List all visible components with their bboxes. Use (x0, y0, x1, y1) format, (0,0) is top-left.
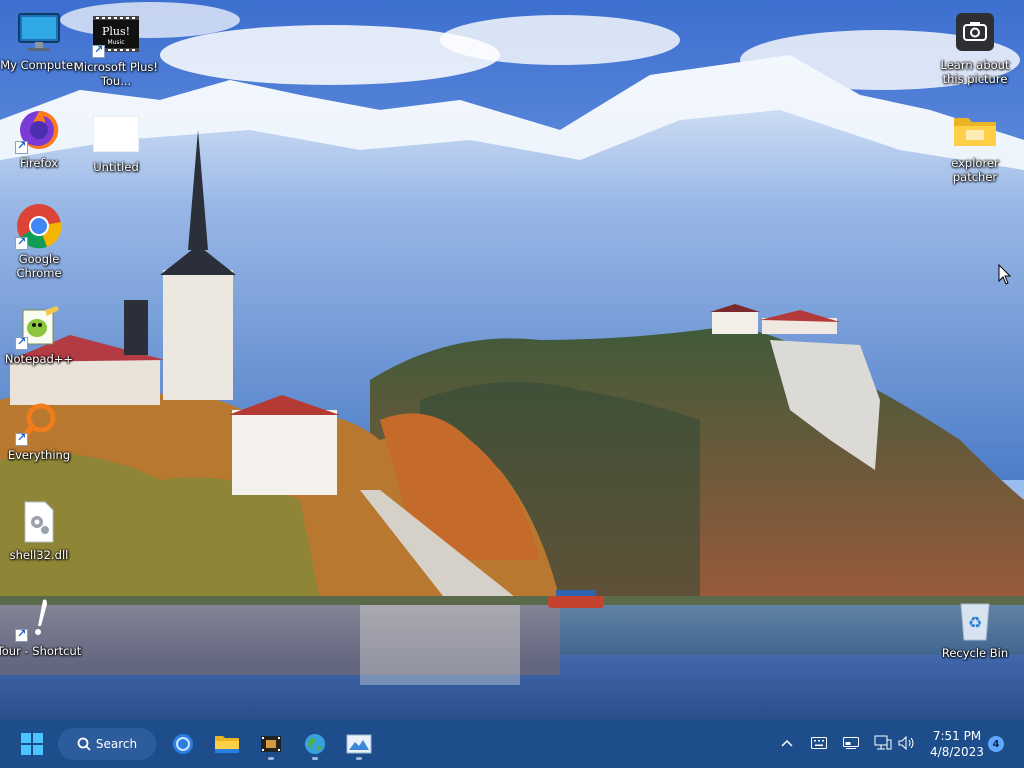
desktop-icon-label: Notepad++ (4, 352, 74, 366)
keyboard-icon (811, 737, 827, 749)
clock-date: 4/8/2023 (930, 745, 984, 759)
movie-maker-icon (261, 736, 281, 752)
chrome-icon (15, 202, 63, 250)
desktop-icon-google-chrome[interactable]: Google Chrome (0, 202, 79, 280)
running-indicator (356, 757, 362, 760)
desktop-wallpaper (0, 0, 1024, 720)
desktop-icon-learn-about-picture[interactable]: Learn about this picture (935, 8, 1015, 86)
monitor-icon (15, 8, 63, 56)
shortcut-arrow-icon (15, 335, 28, 350)
tray-display-button[interactable] (840, 732, 862, 754)
desktop-icon-tour-shortcut[interactable]: Tour - Shortcut (0, 594, 82, 658)
running-indicator (268, 757, 274, 760)
svg-text:♻: ♻ (968, 613, 982, 632)
recycle-bin-icon: ♻ (951, 596, 999, 644)
camera-icon (951, 8, 999, 56)
shortcut-arrow-icon (92, 43, 105, 58)
desktop-icon-label: My Computer (0, 58, 78, 72)
desktop-icon-firefox[interactable]: Firefox (0, 106, 79, 170)
desktop-icon-label: Everything (7, 448, 71, 462)
desktop-icon-label: Firefox (19, 156, 59, 170)
network-icon (874, 735, 892, 750)
desktop-icon-untitled[interactable]: Untitled (76, 110, 156, 174)
desktop-icon-my-computer[interactable]: My Computer (0, 8, 79, 72)
taskbar-file-explorer-button[interactable] (209, 726, 245, 762)
desktop-icon-microsoft-plus[interactable]: Plus! Music Microsoft Plus! Tou... (73, 10, 158, 88)
photos-icon (346, 734, 372, 754)
plus-music-icon: Plus! Music (92, 10, 140, 58)
clock-time: 7:51 PM (932, 729, 982, 743)
desktop-icon-label: Learn about this picture (940, 58, 1010, 86)
shortcut-arrow-icon (15, 431, 28, 446)
tray-volume-button[interactable] (896, 732, 918, 754)
cortana-icon (173, 734, 193, 754)
desktop-icon-label: Tour - Shortcut (0, 644, 82, 658)
shortcut-arrow-icon (15, 235, 28, 250)
taskbar-globe-app-button[interactable] (297, 726, 333, 762)
taskbar-photos-button[interactable] (341, 726, 377, 762)
mouse-pointer-icon (998, 264, 1012, 285)
search-icon (77, 737, 91, 751)
start-button[interactable] (14, 726, 50, 762)
taskbar-movie-maker-button[interactable] (253, 726, 289, 762)
desktop-icon-everything[interactable]: Everything (0, 398, 79, 462)
notepad-plus-plus-icon (15, 302, 63, 350)
shortcut-arrow-icon (15, 139, 28, 154)
display-icon (843, 737, 859, 749)
volume-icon (898, 736, 914, 750)
desktop-icon-notepad-plus-plus[interactable]: Notepad++ (0, 302, 79, 366)
desktop-icon-explorer-patcher[interactable]: explorer patcher (935, 106, 1015, 184)
blank-file-icon (92, 110, 140, 158)
desktop-icon-label: Google Chrome (16, 252, 62, 280)
plus-badge-text: Plus! (102, 25, 130, 38)
running-indicator (312, 757, 318, 760)
taskbar-search-button[interactable]: Search (58, 728, 156, 760)
tour-exclamation-icon (15, 594, 63, 642)
notification-badge[interactable]: 4 (988, 736, 1004, 752)
taskbar-clock[interactable]: 7:51 PM 4/8/2023 (922, 728, 992, 760)
taskbar: Search 7:51 PM 4/8/2023 4 (0, 720, 1024, 768)
dll-file-icon (15, 498, 63, 546)
desktop-icon-label: Recycle Bin (941, 646, 1009, 660)
music-badge-text: Music (107, 39, 124, 46)
desktop-icon-label: explorer patcher (951, 156, 999, 184)
firefox-icon (15, 106, 63, 154)
tray-overflow-button[interactable] (776, 732, 798, 754)
desktop-icon-recycle-bin[interactable]: ♻ Recycle Bin (935, 596, 1015, 660)
magnifier-icon (15, 398, 63, 446)
tray-network-button[interactable] (872, 732, 894, 754)
taskbar-cortana-button[interactable] (165, 726, 201, 762)
tray-keyboard-button[interactable] (808, 732, 830, 754)
start-icon (21, 733, 43, 755)
desktop-icon-label: shell32.dll (9, 548, 69, 562)
chevron-up-icon (781, 739, 793, 747)
desktop-icon-label: Microsoft Plus! Tou... (73, 60, 158, 88)
file-explorer-icon (215, 736, 239, 753)
shortcut-arrow-icon (15, 627, 28, 642)
search-label: Search (95, 737, 138, 751)
desktop-icon-shell32-dll[interactable]: shell32.dll (0, 498, 79, 562)
desktop-icon-label: Untitled (93, 160, 139, 174)
folder-icon (951, 106, 999, 154)
globe-icon (305, 734, 325, 754)
